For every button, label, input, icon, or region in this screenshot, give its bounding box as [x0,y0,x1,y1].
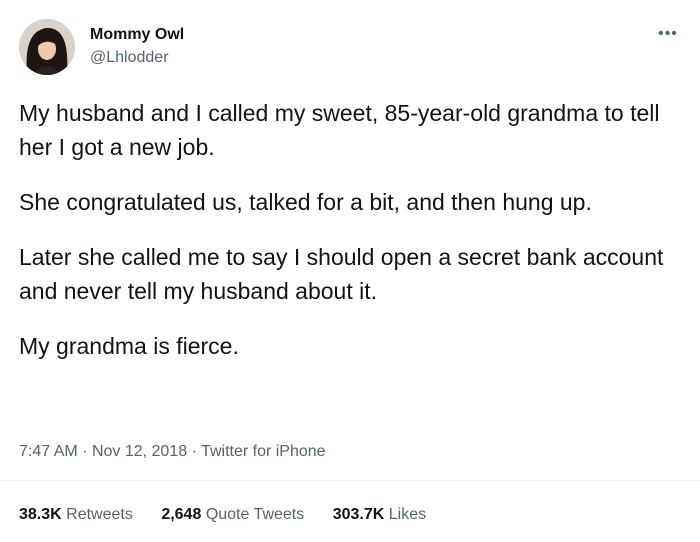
likes-label: Likes [388,506,427,523]
quote-tweets-stat[interactable]: 2,648 Quote Tweets [161,506,304,523]
tweet-stats: 38.3K Retweets 2,648 Quote Tweets 303.7K… [19,506,450,524]
avatar-photo [19,19,75,75]
author-name[interactable]: Mommy Owl [90,26,184,44]
meta-separator: · [82,443,88,460]
retweets-stat[interactable]: 38.3K Retweets [19,506,133,523]
tweet-date[interactable]: Nov 12, 2018 [92,443,187,460]
tweet-card: Mommy Owl @Lhlodder ••• My husband and I… [0,0,700,542]
tweet-paragraph: My husband and I called my sweet, 85-yea… [19,100,660,160]
tweet-time[interactable]: 7:47 AM [19,443,78,460]
quote-tweets-label: Quote Tweets [205,506,305,523]
retweets-label: Retweets [66,506,133,523]
tweet-text: My husband and I called my sweet, 85-yea… [19,96,679,384]
avatar[interactable] [19,19,75,75]
tweet-source[interactable]: Twitter for iPhone [201,443,326,460]
quote-tweets-count: 2,648 [161,506,202,523]
likes-count: 303.7K [332,506,385,523]
divider [0,480,700,481]
meta-separator: · [191,443,197,460]
tweet-paragraph: Later she called me to say I should open… [19,244,664,304]
retweets-count: 38.3K [19,506,62,523]
tweet-paragraph: She congratulated us, talked for a bit, … [19,189,592,215]
tweet-paragraph: My grandma is fierce. [19,333,239,359]
author-handle[interactable]: @Lhlodder [90,49,169,67]
tweet-meta: 7:47 AM · Nov 12, 2018 · Twitter for iPh… [19,443,326,461]
more-icon[interactable]: ••• [650,22,686,46]
likes-stat[interactable]: 303.7K Likes [333,506,426,523]
